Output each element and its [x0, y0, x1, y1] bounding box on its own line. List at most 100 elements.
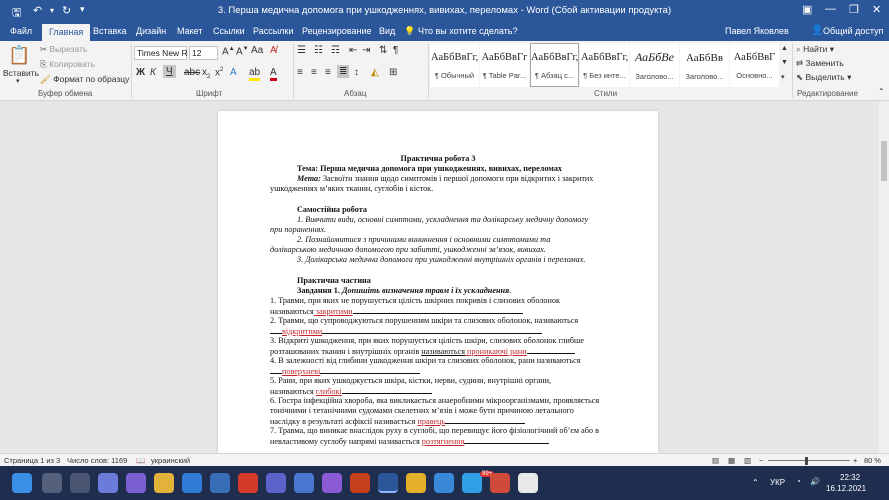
align-center-icon[interactable]: ≡ [311, 67, 317, 78]
telegram-icon[interactable] [462, 473, 482, 493]
format-painter-button[interactable]: 🖌 Формат по образцу [40, 74, 129, 85]
cut-button[interactable]: ✂ Вырезать [40, 44, 87, 55]
bullets-icon[interactable]: ☰ [297, 45, 306, 56]
bold-icon[interactable]: Ж [136, 67, 145, 78]
input-language[interactable]: УКР [770, 478, 785, 487]
grow-font-icon[interactable]: A▲ [222, 46, 235, 57]
task-view-icon[interactable] [70, 473, 90, 493]
shrink-font-icon[interactable]: A▼ [236, 46, 249, 57]
web-layout-icon[interactable]: ▥ [744, 456, 751, 465]
clock-date[interactable]: 16.12.2021 [826, 484, 866, 493]
tab-review[interactable]: Рецензирование [302, 26, 372, 36]
style-body-text[interactable]: АаБбВвГ Основно... [730, 43, 779, 87]
user-name[interactable]: Павел Яковлев [725, 26, 789, 36]
decrease-indent-icon[interactable]: ⇤ [349, 45, 357, 56]
tab-design[interactable]: Дизайн [136, 26, 166, 36]
app-icon[interactable] [322, 473, 342, 493]
zoom-out-icon[interactable]: − [759, 456, 763, 465]
style-no-spacing[interactable]: АаБбВвГг, ¶ Без инте... [580, 43, 629, 87]
app-icon[interactable] [490, 473, 510, 493]
align-right-icon[interactable]: ≡ [325, 67, 331, 78]
font-color-icon[interactable]: A [270, 67, 277, 81]
zoom-in-icon[interactable]: + [853, 456, 857, 465]
file-explorer-icon[interactable] [154, 473, 174, 493]
document-page[interactable]: Практична робота 3 Тема: Перша медична д… [218, 111, 658, 453]
ribbon-display-icon[interactable]: ▣ [802, 3, 812, 16]
tray-chevron-icon[interactable]: ⌃ [752, 478, 759, 487]
find-button[interactable]: ⌕ Найти ▾ [796, 44, 834, 55]
close-icon[interactable]: ✕ [872, 3, 881, 16]
styles-scroll-down-icon[interactable]: ▼ [781, 59, 788, 66]
tab-layout[interactable]: Макет [177, 26, 202, 36]
change-case-icon[interactable]: Aa [251, 45, 263, 56]
collapse-ribbon-icon[interactable]: ⌃ [878, 87, 885, 96]
chat-icon[interactable] [126, 473, 146, 493]
style-list-paragraph[interactable]: АаБбВвГг, ¶ Абзац с... [530, 43, 579, 87]
align-left-icon[interactable]: ≡ [297, 67, 303, 78]
clear-format-icon[interactable]: A̸ [270, 45, 277, 56]
edge-icon[interactable] [182, 473, 202, 493]
replace-button[interactable]: ⇄ Заменить [796, 58, 844, 69]
shading-icon[interactable]: ◭ [371, 67, 379, 78]
word-count[interactable]: Число слов: 1169 [67, 456, 127, 465]
minimize-icon[interactable]: — [825, 3, 836, 15]
increase-indent-icon[interactable]: ⇥ [362, 45, 370, 56]
select-button[interactable]: ⬉ Выделить ▾ [796, 72, 851, 83]
numbering-icon[interactable]: ☷ [314, 45, 323, 56]
show-marks-icon[interactable]: ¶ [393, 45, 398, 56]
borders-icon[interactable]: ⊞ [389, 67, 397, 78]
style-heading-1[interactable]: АаБбВе Заголово... [630, 43, 679, 87]
wifi-icon[interactable]: ◔ [796, 477, 801, 486]
tab-home[interactable]: Главная [42, 24, 91, 41]
tab-view[interactable]: Вид [379, 26, 395, 36]
copy-button[interactable]: ⎘ Копировать [40, 59, 95, 70]
tab-file[interactable]: Файл [10, 26, 32, 36]
volume-icon[interactable]: 🔊 [810, 477, 820, 486]
styles-scroll-up-icon[interactable]: ▲ [781, 45, 788, 52]
zoom-level[interactable]: 80 % [864, 456, 881, 465]
style-table-paragraph[interactable]: АаБбВвГг ¶ Table Par... [480, 43, 529, 87]
paste-icon[interactable]: 📋 [8, 45, 30, 66]
zoom-thumb[interactable] [805, 457, 808, 465]
tab-references[interactable]: Ссылки [213, 26, 245, 36]
vertical-scrollbar[interactable] [879, 101, 889, 453]
share-button[interactable]: Общий доступ [823, 26, 883, 36]
italic-icon[interactable]: К [150, 67, 156, 78]
read-mode-icon[interactable]: ▤ [712, 456, 719, 465]
font-size-select[interactable]: 12 [189, 46, 218, 60]
tab-mailings[interactable]: Рассылки [253, 26, 293, 36]
maximize-icon[interactable]: ❐ [849, 3, 859, 16]
paste-button[interactable]: Вставить [3, 68, 39, 78]
chrome-icon[interactable] [406, 473, 426, 493]
widgets-icon[interactable] [98, 473, 118, 493]
language[interactable]: украинский [151, 456, 190, 465]
app-icon[interactable] [238, 473, 258, 493]
scroll-thumb[interactable] [881, 141, 887, 181]
sort-icon[interactable]: ⇅ [379, 45, 387, 56]
justify-icon[interactable]: ≣ [337, 65, 350, 78]
windows-start-icon[interactable] [12, 473, 32, 493]
app-icon[interactable] [434, 473, 454, 493]
proofing-icon[interactable]: 📖 [136, 456, 145, 465]
subscript-icon[interactable]: x2 [202, 67, 210, 80]
multilevel-list-icon[interactable]: ☶ [331, 45, 340, 56]
clock-time[interactable]: 22:32 [840, 473, 860, 482]
text-effects-icon[interactable]: A [230, 67, 237, 78]
word-icon[interactable] [378, 473, 398, 493]
underline-icon[interactable]: Ч [163, 65, 176, 78]
search-icon[interactable] [42, 473, 62, 493]
style-heading-2[interactable]: АаБбВв Заголово... [680, 43, 729, 87]
app-icon[interactable] [294, 473, 314, 493]
strikethrough-icon[interactable]: abc [184, 67, 200, 78]
highlight-icon[interactable]: ab [249, 67, 261, 81]
print-layout-icon[interactable]: ▦ [728, 456, 735, 465]
page-count[interactable]: Страница 1 из 3 [4, 456, 60, 465]
tab-insert[interactable]: Вставка [93, 26, 126, 36]
powerpoint-icon[interactable] [350, 473, 370, 493]
app-icon[interactable] [518, 473, 538, 493]
superscript-icon[interactable]: x2 [215, 67, 223, 78]
zoom-slider[interactable] [768, 460, 850, 461]
store-icon[interactable] [210, 473, 230, 493]
style-normal[interactable]: АаБбВвГг, ¶ Обычный [430, 43, 479, 87]
styles-more-icon[interactable]: ▾ [781, 73, 785, 81]
